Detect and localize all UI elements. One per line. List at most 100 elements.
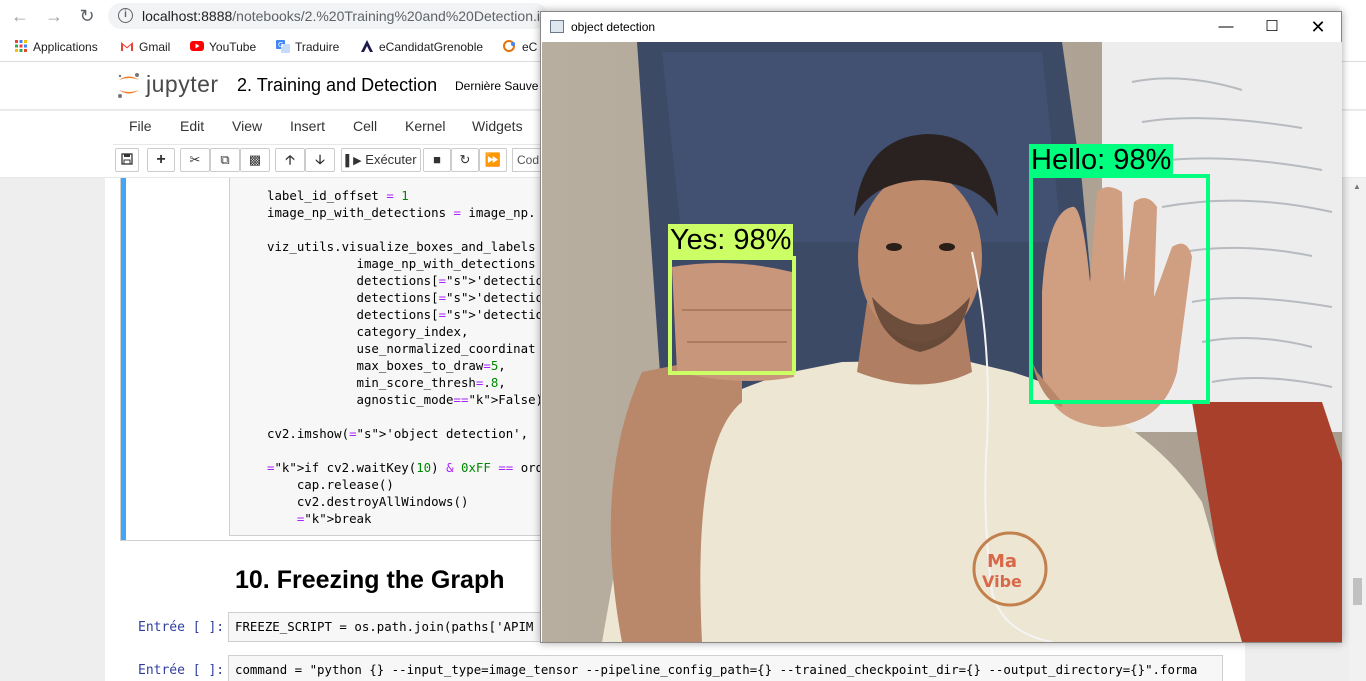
code-line: use_normalized_coordinat (267, 341, 536, 356)
window-titlebar[interactable]: object detection — ☐ ✕ (541, 12, 1341, 42)
input-prompt: Entrée [ ]: (138, 620, 225, 635)
plus-icon: + (156, 151, 166, 168)
selected-cell-indicator (121, 178, 126, 540)
url-host: localhost:8888 (142, 8, 233, 24)
code-line: category_index, (267, 324, 469, 339)
save-button[interactable] (115, 148, 139, 172)
code-line: image_np_with_detections = image_np. (267, 205, 536, 220)
menu-insert[interactable]: Insert (290, 118, 325, 134)
bookmark-label: Traduire (295, 40, 340, 54)
arrow-down-icon: 🡣 (315, 152, 325, 167)
code-line: label_id_offset = 1 (267, 188, 409, 203)
menu-kernel[interactable]: Kernel (405, 118, 445, 134)
run-label: Exécuter (365, 152, 417, 167)
opencv-window[interactable]: object detection — ☐ ✕ Ma Vibe Yes: 98% … (540, 11, 1342, 643)
ecandidat-icon (361, 40, 373, 52)
stop-icon: ■ (433, 152, 441, 167)
insert-cell-button[interactable]: + (147, 148, 175, 172)
url-path: /notebooks/2.%20Training%20and%20Detecti… (232, 8, 548, 24)
move-down-button[interactable]: 🡣 (305, 148, 335, 172)
code-line: command = "python {} --input_type=image_… (235, 662, 1198, 677)
code-line: agnostic_mode=="k">False) (267, 392, 544, 407)
notebook-title[interactable]: 2. Training and Detection (237, 75, 437, 96)
page-scrollbar[interactable]: ▲ (1349, 178, 1366, 681)
bookmark-label: eC (522, 40, 538, 54)
back-arrow-icon[interactable]: ← (8, 4, 32, 28)
bookmark-ec[interactable]: eC (503, 39, 537, 54)
code-line: detections[="s">'detection_cl (267, 290, 548, 305)
bookmark-applications[interactable]: Applications (14, 39, 98, 54)
bookmark-label: Gmail (139, 40, 171, 54)
forward-arrow-icon[interactable]: → (42, 4, 66, 28)
camera-image: Ma Vibe (542, 42, 1342, 642)
reload-icon[interactable]: ↻ (75, 4, 99, 28)
move-up-button[interactable]: 🡡 (275, 148, 305, 172)
scroll-up-arrow-icon[interactable]: ▲ (1353, 182, 1361, 191)
youtube-icon (190, 41, 204, 51)
code-line: ="k">break (296, 511, 372, 526)
gmail-icon (121, 42, 133, 51)
detection-label-hello: Hello: 98% (1029, 144, 1174, 177)
save-status: Dernière Sauve (455, 79, 539, 93)
url-input[interactable]: i localhost:8888/notebooks/2.%20Training… (108, 3, 548, 29)
restart-button[interactable]: ↻ (451, 148, 479, 172)
code-line: cv2.imshow(="s">'object detection', cv2. (267, 426, 548, 441)
restart-run-all-button[interactable]: ⏩ (479, 148, 507, 172)
code-line: ="k">if cv2.waitKey(10) & 0xFF == ord(="… (267, 460, 549, 475)
bookmark-ecandidat[interactable]: eCandidatGrenoble (360, 39, 483, 54)
maximize-icon: ☐ (1265, 18, 1279, 35)
camera-frame: Ma Vibe Yes: 98% Hello: 98% (542, 42, 1342, 642)
copy-button[interactable]: ⧉ (210, 148, 240, 172)
svg-text:Vibe: Vibe (982, 572, 1022, 591)
minimize-button[interactable]: — (1203, 12, 1249, 42)
window-app-icon (550, 20, 564, 33)
copy-icon: ⧉ (220, 152, 230, 167)
arrow-up-icon: 🡡 (285, 152, 295, 167)
interrupt-button[interactable]: ■ (423, 148, 451, 172)
detection-box-hello (1029, 174, 1210, 404)
minimize-icon: — (1218, 18, 1234, 35)
section-heading: 10. Freezing the Graph (235, 566, 505, 594)
bookmark-youtube[interactable]: YouTube (190, 39, 256, 54)
code-text: label_id_offset = 1 image_np_with_detecti… (267, 187, 549, 527)
bookmark-label: eCandidatGrenoble (379, 40, 484, 54)
cut-button[interactable]: ✂ (180, 148, 210, 172)
window-title: object detection (571, 20, 656, 34)
paste-button[interactable]: ▩ (240, 148, 270, 172)
code-line: cap.release() (267, 477, 394, 492)
menu-cell[interactable]: Cell (353, 118, 377, 134)
menu-file[interactable]: File (129, 118, 152, 134)
maximize-button[interactable]: ☐ (1249, 12, 1295, 42)
menu-view[interactable]: View (232, 118, 262, 134)
input-prompt: Entrée [ ]: (138, 663, 225, 678)
bookmark-traduire[interactable]: G Traduire (276, 39, 339, 54)
fast-forward-icon: ⏩ (484, 152, 502, 167)
code-line: detections[="s">'detection_bo (267, 273, 548, 288)
run-button[interactable]: ▌▶ Exécuter (341, 148, 421, 172)
code-line: image_np_with_detections (267, 256, 536, 271)
ecandidat2-icon (503, 40, 515, 52)
save-icon (121, 153, 133, 165)
menu-edit[interactable]: Edit (180, 118, 204, 134)
code-line: cv2.destroyAllWindows() (267, 494, 469, 509)
close-button[interactable]: ✕ (1295, 12, 1341, 42)
code-line: FREEZE_SCRIPT = os.path.join(paths['APIM (235, 619, 534, 634)
bookmark-gmail[interactable]: Gmail (120, 39, 170, 54)
svg-text:G: G (278, 41, 283, 49)
apps-grid-icon (15, 40, 27, 52)
scissors-icon: ✂ (189, 152, 201, 167)
restart-icon: ↻ (459, 152, 471, 167)
close-icon: ✕ (1310, 17, 1326, 37)
bookmark-label: YouTube (209, 40, 257, 54)
scroll-thumb[interactable] (1353, 578, 1362, 605)
menu-widgets[interactable]: Widgets (472, 118, 523, 134)
jupyter-logo-icon[interactable] (116, 70, 142, 100)
code-editor[interactable]: label_id_offset = 1 image_np_with_detecti… (229, 178, 549, 536)
info-icon[interactable]: i (118, 8, 133, 23)
jupyter-logo-text: jupyter (146, 71, 219, 97)
bookmark-label: Applications (33, 40, 98, 54)
code-cell-command[interactable]: command = "python {} --input_type=image_… (228, 655, 1223, 681)
